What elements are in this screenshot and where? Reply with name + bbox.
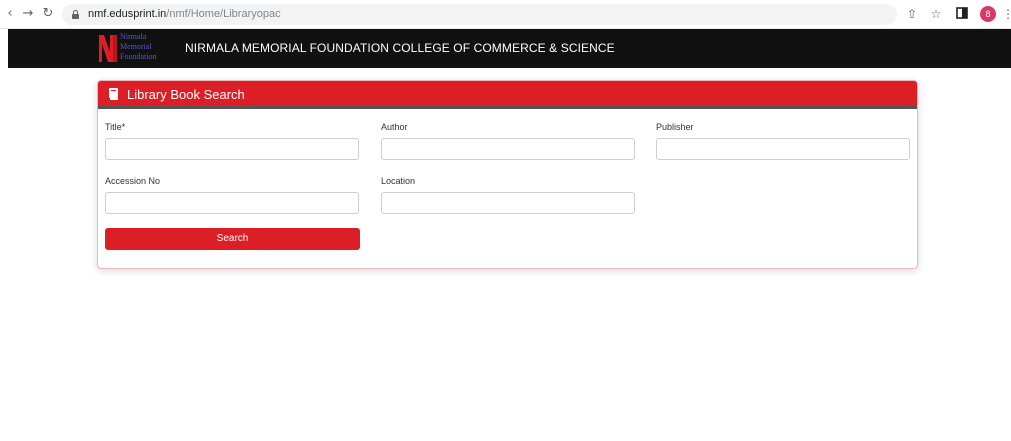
logo-text: Nirmala Memorial Foundation <box>120 32 156 62</box>
location-label: Location <box>381 176 416 186</box>
star-icon[interactable]: ☆ <box>929 7 943 21</box>
browser-toolbar: ‹ → ↻ nmf.edusprint.in/nmf/Home/Libraryo… <box>0 0 1011 29</box>
logo-n-icon <box>99 35 117 62</box>
url-text[interactable]: nmf.edusprint.in/nmf/Home/Libraryopac <box>88 8 281 20</box>
publisher-label: Publisher <box>656 122 694 132</box>
author-label: Author <box>381 122 408 132</box>
url-path: /nmf/Home/Libraryopac <box>166 8 281 20</box>
logo-line: Nirmala <box>120 32 147 41</box>
back-icon[interactable]: ‹ <box>2 6 18 22</box>
address-bar[interactable]: nmf.edusprint.in/nmf/Home/Libraryopac <box>62 4 897 25</box>
profile-avatar[interactable]: 8 <box>980 6 996 22</box>
url-host: nmf.edusprint.in <box>88 8 167 20</box>
accession-no-label: Accession No <box>105 176 161 186</box>
card-header: Library Book Search <box>98 81 917 109</box>
title-label: Title* <box>105 122 126 132</box>
reload-icon[interactable]: ↻ <box>40 6 56 22</box>
location-input[interactable] <box>381 192 635 214</box>
author-input[interactable] <box>381 138 635 160</box>
logo-line: Memorial <box>120 42 152 51</box>
college-name: NIRMALA MEMORIAL FOUNDATION COLLEGE OF C… <box>185 41 615 55</box>
accession-no-input[interactable] <box>105 192 359 214</box>
logo-line: Foundation <box>120 52 157 61</box>
search-button[interactable]: Search <box>105 228 360 250</box>
college-logo[interactable]: Nirmala Memorial Foundation <box>98 32 184 66</box>
book-icon <box>109 88 118 100</box>
publisher-input[interactable] <box>656 138 910 160</box>
card-title: Library Book Search <box>127 87 245 102</box>
site-header: Nirmala Memorial Foundation NIRMALA MEMO… <box>8 29 1011 68</box>
title-input[interactable] <box>105 138 359 160</box>
lock-icon[interactable] <box>72 10 79 19</box>
library-search-card: Library Book Search Title* Author Publis… <box>97 80 918 269</box>
sidebar-icon[interactable] <box>955 7 969 21</box>
more-vert-icon[interactable]: ⋮ <box>1002 7 1011 21</box>
share-icon[interactable]: ⇧ <box>905 7 919 21</box>
forward-icon[interactable]: → <box>20 6 36 22</box>
